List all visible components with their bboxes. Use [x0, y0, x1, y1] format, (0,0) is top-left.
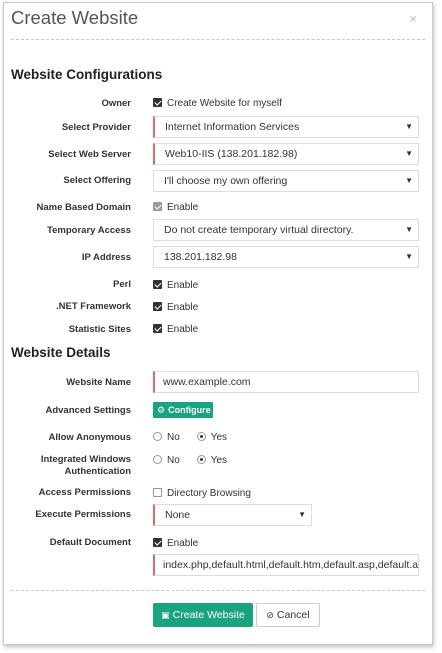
directory-browsing-row[interactable]: Directory Browsing	[153, 487, 251, 499]
net-framework-checkbox-label: Enable	[167, 302, 199, 313]
perl-row[interactable]: Enable	[153, 279, 198, 291]
allow-anonymous-yes-radio[interactable]	[196, 432, 206, 441]
ip-address-select[interactable]: 138.201.182.98 ▼	[153, 246, 419, 268]
name-based-domain-label: Name Based Domain	[36, 202, 131, 213]
website-name-label: Website Name	[66, 377, 131, 388]
owner-label: Owner	[101, 98, 131, 109]
web-server-value: Web10-IIS (138.201.182.98)	[165, 148, 298, 160]
create-website-button[interactable]: ▣ Create Website	[153, 603, 253, 627]
provider-value: Internet Information Services	[165, 121, 300, 133]
cancel-button-label: Cancel	[276, 609, 310, 621]
header-divider	[11, 39, 425, 40]
directory-browsing-checkbox[interactable]	[153, 488, 162, 497]
perl-label: Perl	[113, 279, 131, 290]
perl-checkbox-label: Enable	[167, 280, 199, 291]
integrated-windows-auth-radios: No Yes	[153, 454, 241, 466]
name-based-domain-row: Enable	[153, 201, 198, 213]
directory-browsing-label: Directory Browsing	[167, 488, 251, 499]
section-title-configurations: Website Configurations	[11, 67, 163, 82]
footer-divider	[11, 590, 425, 591]
configure-button[interactable]: ⚙ Configure	[153, 402, 213, 418]
owner-checkbox-label: Create Website for myself	[167, 98, 282, 109]
default-document-row[interactable]: Enable	[153, 537, 198, 549]
chevron-down-icon: ▼	[405, 176, 413, 185]
dialog-title: Create Website	[11, 7, 139, 28]
web-server-select[interactable]: Web10-IIS (138.201.182.98) ▼	[153, 143, 419, 165]
name-based-domain-checkbox	[153, 202, 162, 211]
net-framework-label: .NET Framework	[56, 301, 131, 312]
allow-anonymous-label: Allow Anonymous	[48, 432, 131, 443]
save-icon: ▣	[161, 610, 170, 620]
owner-checkbox[interactable]	[153, 98, 162, 107]
temporary-access-label: Temporary Access	[47, 225, 131, 236]
chevron-down-icon: ▼	[405, 122, 413, 131]
default-document-checkbox-label: Enable	[167, 538, 199, 549]
temporary-access-value: Do not create temporary virtual director…	[164, 224, 354, 236]
offering-label: Select Offering	[63, 175, 131, 186]
ip-address-value: 138.201.182.98	[164, 251, 237, 263]
perl-checkbox[interactable]	[153, 280, 162, 289]
ip-address-label: IP Address	[81, 252, 131, 263]
default-document-input[interactable]: index.php,default.html,default.htm,defau…	[153, 554, 419, 576]
integrated-windows-auth-no-label: No	[167, 455, 180, 466]
configure-button-label: Configure	[168, 405, 211, 415]
default-document-label: Default Document	[49, 537, 131, 548]
allow-anonymous-yes-label: Yes	[210, 432, 228, 443]
gears-icon: ⚙	[157, 405, 166, 415]
execute-permissions-select[interactable]: None ▼	[153, 504, 312, 526]
allow-anonymous-no-radio[interactable]	[153, 432, 162, 441]
create-website-button-label: Create Website	[172, 609, 245, 621]
cancel-button[interactable]: ⊘ Cancel	[256, 603, 320, 627]
net-framework-row[interactable]: Enable	[153, 301, 198, 313]
close-icon[interactable]: ×	[409, 11, 417, 26]
integrated-windows-auth-no-radio[interactable]	[153, 455, 162, 464]
execute-permissions-label: Execute Permissions	[35, 509, 131, 520]
integrated-windows-auth-label: Integrated Windows Authentication	[40, 454, 131, 477]
statistic-sites-checkbox-label: Enable	[167, 324, 199, 335]
execute-permissions-value: None	[165, 509, 191, 521]
allow-anonymous-radios: No Yes	[153, 431, 241, 443]
statistic-sites-row[interactable]: Enable	[153, 323, 198, 335]
net-framework-checkbox[interactable]	[153, 302, 162, 311]
chevron-down-icon: ▼	[405, 252, 413, 261]
dialog-header: Create Website ×	[4, 3, 432, 41]
integrated-windows-auth-yes-label: Yes	[210, 455, 228, 466]
offering-select[interactable]: I'll choose my own offering ▼	[153, 170, 419, 192]
provider-label: Select Provider	[61, 122, 131, 133]
name-based-domain-checkbox-label: Enable	[167, 202, 199, 213]
chevron-down-icon: ▼	[405, 149, 413, 158]
default-document-checkbox[interactable]	[153, 538, 162, 547]
section-title-details: Website Details	[11, 345, 111, 360]
temporary-access-select[interactable]: Do not create temporary virtual director…	[153, 219, 419, 241]
offering-value: I'll choose my own offering	[164, 175, 288, 187]
access-permissions-label: Access Permissions	[38, 487, 131, 498]
advanced-settings-label: Advanced Settings	[45, 405, 131, 416]
web-server-label: Select Web Server	[48, 149, 131, 160]
chevron-down-icon: ▼	[405, 225, 413, 234]
allow-anonymous-no-label: No	[167, 432, 180, 443]
cancel-circle-icon: ⊘	[266, 610, 274, 620]
website-name-input[interactable]: www.example.com	[153, 371, 419, 393]
provider-select[interactable]: Internet Information Services ▼	[153, 116, 419, 138]
integrated-windows-auth-yes-radio[interactable]	[196, 455, 206, 464]
statistic-sites-checkbox[interactable]	[153, 324, 162, 333]
chevron-down-icon: ▼	[298, 510, 306, 519]
statistic-sites-label: Statistic Sites	[68, 324, 131, 335]
owner-checkbox-row[interactable]: Create Website for myself	[153, 97, 282, 109]
create-website-dialog: Create Website × Website Configurations …	[3, 2, 433, 645]
